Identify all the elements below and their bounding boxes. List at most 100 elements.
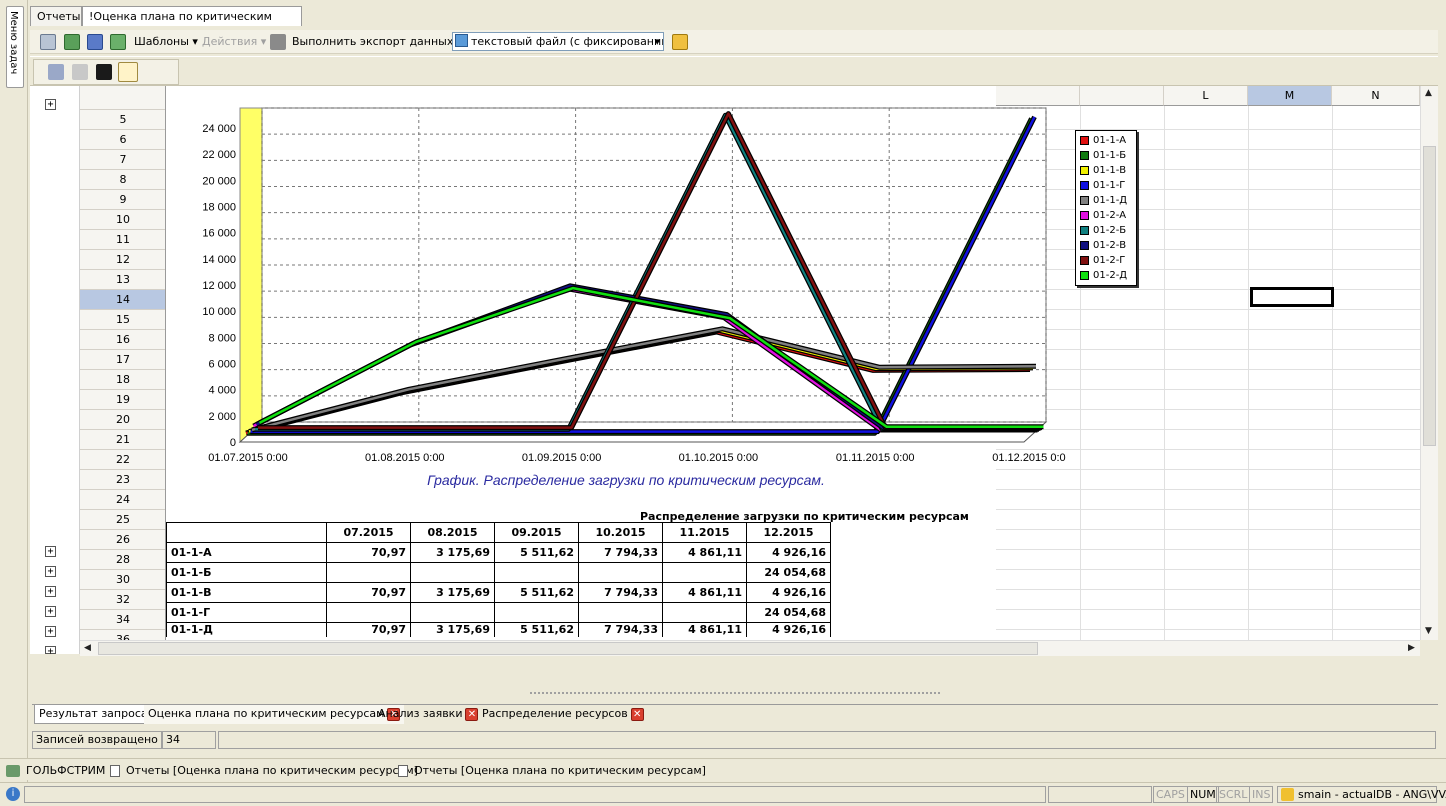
- templates-menu[interactable]: Шаблоны ▾: [134, 35, 198, 48]
- table-cell[interactable]: 5 511,62: [494, 622, 579, 637]
- table-cell[interactable]: [662, 602, 747, 623]
- row-header[interactable]: 23: [80, 470, 165, 490]
- table-cell[interactable]: 7 794,33: [578, 542, 663, 563]
- row-header[interactable]: 6: [80, 130, 165, 150]
- excel-template-icon[interactable]: [110, 34, 126, 50]
- table-cell[interactable]: 01-1-А: [166, 542, 327, 563]
- table-cell[interactable]: 4 861,11: [662, 622, 747, 637]
- row-header[interactable]: 17: [80, 350, 165, 370]
- task-menu-tab[interactable]: Меню задач: [6, 6, 24, 88]
- table-cell[interactable]: [410, 602, 495, 623]
- tab-resource-distribution[interactable]: Распределение ресурсов ✕: [478, 705, 648, 724]
- row-header[interactable]: 36: [80, 630, 165, 640]
- table-cell[interactable]: 4 861,11: [662, 542, 747, 563]
- grid-view-icon[interactable]: [118, 62, 138, 82]
- table-cell[interactable]: [494, 602, 579, 623]
- tab-query-result[interactable]: Результат запроса: [34, 705, 153, 724]
- row-header[interactable]: 8: [80, 170, 165, 190]
- horizontal-scrollbar[interactable]: ◀ ▶: [80, 640, 1420, 656]
- vertical-scrollbar[interactable]: ▲ ▼: [1420, 86, 1438, 640]
- corner-cell[interactable]: [80, 86, 165, 110]
- row-header[interactable]: 12: [80, 250, 165, 270]
- table-cell[interactable]: 01-1-Д: [166, 622, 327, 637]
- expand-icon[interactable]: +: [45, 99, 56, 110]
- table-cell[interactable]: 70,97: [326, 582, 411, 603]
- scroll-down-icon[interactable]: ▼: [1425, 626, 1432, 636]
- scroll-thumb[interactable]: [1423, 146, 1436, 446]
- row-header[interactable]: 11: [80, 230, 165, 250]
- row-header[interactable]: 34: [80, 610, 165, 630]
- scroll-thumb[interactable]: [98, 642, 1038, 655]
- table-cell[interactable]: [410, 562, 495, 583]
- row-header[interactable]: 16: [80, 330, 165, 350]
- table-cell[interactable]: [326, 602, 411, 623]
- row-header[interactable]: 25: [80, 510, 165, 530]
- row-header[interactable]: 18: [80, 370, 165, 390]
- info-icon[interactable]: i: [6, 787, 20, 801]
- table-cell[interactable]: [326, 562, 411, 583]
- table-cell[interactable]: 01-1-Г: [166, 602, 327, 623]
- table-cell[interactable]: [578, 562, 663, 583]
- expand-icon[interactable]: +: [45, 546, 56, 557]
- excel-export-icon[interactable]: [64, 34, 80, 50]
- task-golfstream[interactable]: ГОЛЬФСТРИМ: [6, 762, 105, 780]
- row-header[interactable]: 28: [80, 550, 165, 570]
- tab-request-analysis[interactable]: Анализ заявки ✕: [374, 705, 482, 724]
- table-cell[interactable]: 7 794,33: [578, 622, 663, 637]
- row-header[interactable]: 20: [80, 410, 165, 430]
- table-cell[interactable]: 3 175,69: [410, 582, 495, 603]
- expand-icon[interactable]: +: [45, 606, 56, 617]
- expand-icon[interactable]: +: [45, 586, 56, 597]
- row-header[interactable]: 22: [80, 450, 165, 470]
- print-preview-icon[interactable]: [72, 64, 88, 80]
- scroll-left-icon[interactable]: ◀: [84, 643, 91, 653]
- tab-plan-evaluation-bottom[interactable]: Оценка плана по критическим ресурсам ✕: [144, 705, 405, 724]
- row-header[interactable]: 26: [80, 530, 165, 550]
- row-header[interactable]: 5: [80, 110, 165, 130]
- table-cell[interactable]: 01-1-Б: [166, 562, 327, 583]
- table-cell[interactable]: 3 175,69: [410, 622, 495, 637]
- col-header-l[interactable]: L: [1164, 86, 1248, 106]
- table-cell[interactable]: 4 861,11: [662, 582, 747, 603]
- word-export-icon[interactable]: [87, 34, 103, 50]
- row-header[interactable]: 32: [80, 590, 165, 610]
- row-header[interactable]: 30: [80, 570, 165, 590]
- table-cell[interactable]: 4 926,16: [746, 542, 831, 563]
- close-icon[interactable]: ✕: [465, 707, 479, 721]
- actions-menu[interactable]: Действия ▾: [202, 35, 266, 48]
- selected-cell[interactable]: [1250, 287, 1334, 307]
- table-cell[interactable]: 5 511,62: [494, 582, 579, 603]
- run-export-icon[interactable]: [672, 34, 688, 50]
- export-format-select[interactable]: текстовый файл (с фиксированным ▾: [452, 32, 664, 51]
- table-cell[interactable]: 70,97: [326, 542, 411, 563]
- table-cell[interactable]: [494, 562, 579, 583]
- splitter-handle[interactable]: [530, 692, 940, 696]
- row-header[interactable]: 7: [80, 150, 165, 170]
- row-header[interactable]: 19: [80, 390, 165, 410]
- col-header-m[interactable]: M: [1248, 86, 1332, 106]
- table-cell[interactable]: [662, 562, 747, 583]
- row-header[interactable]: 15: [80, 310, 165, 330]
- row-header[interactable]: 21: [80, 430, 165, 450]
- table-cell[interactable]: 5 511,62: [494, 542, 579, 563]
- tab-plan-evaluation[interactable]: !Оценка плана по критическим ресурсам: [82, 6, 302, 42]
- row-header[interactable]: 14: [80, 290, 165, 310]
- row-header[interactable]: 9: [80, 190, 165, 210]
- task-reports-1[interactable]: Отчеты [Оценка плана по критическим ресу…: [110, 762, 418, 780]
- table-cell[interactable]: 01-1-В: [166, 582, 327, 603]
- settings-icon[interactable]: [48, 64, 64, 80]
- row-header[interactable]: 13: [80, 270, 165, 290]
- row-header[interactable]: 10: [80, 210, 165, 230]
- print-icon[interactable]: [40, 34, 56, 50]
- task-reports-2[interactable]: Отчеты [Оценка плана по критическим ресу…: [398, 762, 706, 780]
- row-header[interactable]: 24: [80, 490, 165, 510]
- save-icon[interactable]: [96, 64, 112, 80]
- close-icon[interactable]: ✕: [630, 707, 644, 721]
- table-cell[interactable]: 3 175,69: [410, 542, 495, 563]
- table-cell[interactable]: 70,97: [326, 622, 411, 637]
- table-cell[interactable]: [578, 602, 663, 623]
- expand-icon[interactable]: +: [45, 566, 56, 577]
- tab-reports[interactable]: Отчеты: [30, 6, 82, 26]
- table-cell[interactable]: 4 926,16: [746, 622, 831, 637]
- table-cell[interactable]: 4 926,16: [746, 582, 831, 603]
